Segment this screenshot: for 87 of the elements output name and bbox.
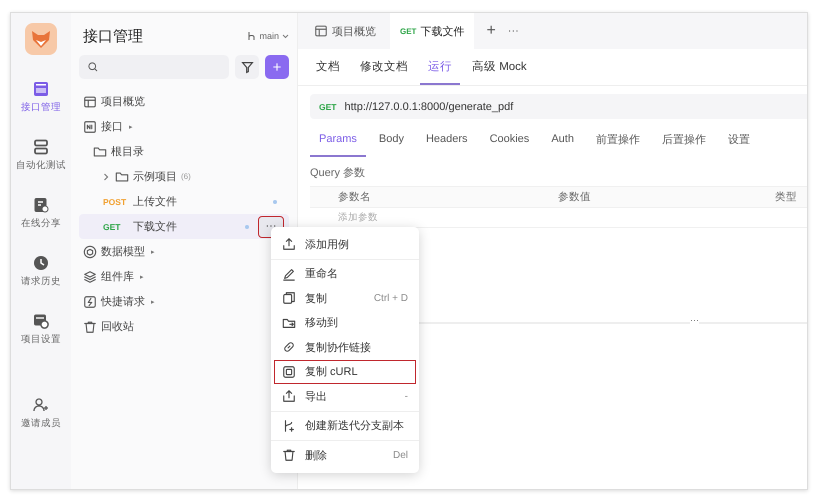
tab[interactable]: Body	[370, 123, 413, 157]
bolt-icon	[83, 294, 97, 308]
tab[interactable]: Params	[310, 123, 366, 157]
item-label: 项目概览	[101, 95, 145, 109]
item-count: (6)	[181, 172, 191, 181]
layers-icon	[83, 270, 97, 284]
nav-item[interactable]: 项目设置	[11, 301, 71, 357]
shortcut-label: -	[404, 390, 408, 402]
status-dot	[273, 200, 277, 204]
menu-item[interactable]: 删除 Del	[274, 443, 416, 468]
menu-item[interactable]: 导出 -	[274, 384, 416, 408]
folder-icon	[93, 144, 107, 158]
app-logo	[25, 23, 57, 55]
menu-item[interactable]: 复制 Ctrl + D	[274, 286, 416, 310]
folder-icon	[115, 170, 129, 184]
item-label: 下载文件	[133, 220, 177, 234]
tree-item[interactable]: 根目录	[79, 139, 289, 164]
tab[interactable]: 设置	[718, 123, 759, 157]
nav-item[interactable]: 在线分享	[11, 185, 71, 241]
item-label: 上传文件	[133, 194, 177, 209]
search-icon	[87, 61, 99, 73]
section-title: Query 参数	[309, 166, 366, 181]
copy-icon	[282, 291, 296, 306]
tray-upload-icon	[282, 237, 296, 252]
nav-item[interactable]: 邀请成员	[11, 385, 71, 441]
trash-icon	[282, 448, 296, 462]
tab[interactable]: 项目概览	[304, 13, 386, 49]
item-label: 根目录	[111, 145, 144, 159]
status-dot	[245, 224, 249, 228]
tab[interactable]: GET 下载文件	[390, 13, 474, 49]
trash-icon	[83, 320, 97, 334]
layout-icon	[314, 24, 328, 38]
tab[interactable]: 运行	[420, 49, 460, 85]
module-icon	[83, 120, 97, 134]
api-icon	[33, 80, 49, 96]
menu-item[interactable]: 创建新迭代分支副本	[274, 414, 416, 438]
tab[interactable]: 文档	[308, 49, 348, 85]
menu-item[interactable]: 复制 cURL	[274, 360, 416, 384]
link-icon	[282, 340, 296, 354]
chevron-icon[interactable]	[103, 172, 109, 180]
layout-icon	[83, 94, 97, 108]
item-label: 回收站	[101, 320, 134, 334]
url-field[interactable]: GET http://127.0.0.1:8000/generate_pdf	[310, 94, 807, 119]
nav-item[interactable]: 自动化测试	[11, 127, 71, 183]
export-icon	[282, 389, 296, 404]
table-header: 参数名 参数值 类型	[310, 186, 807, 208]
settings-icon	[33, 312, 49, 328]
clock-icon	[33, 254, 49, 270]
nav-item[interactable]: 接口管理	[11, 69, 71, 125]
stack-icon	[33, 138, 49, 154]
method-label: GET	[103, 222, 122, 232]
tree-item[interactable]: 项目概览	[79, 89, 289, 114]
menu-item[interactable]: 添加用例	[274, 232, 416, 256]
tab[interactable]: 后置操作	[652, 123, 715, 157]
item-label: 快捷请求	[101, 295, 145, 309]
tree-item[interactable]: 示例项目 (6)	[79, 164, 289, 189]
more-button[interactable]: ···	[508, 25, 519, 37]
tab[interactable]: 修改文档	[352, 49, 416, 85]
method-label: POST	[103, 196, 128, 206]
search-field[interactable]	[79, 55, 229, 79]
item-label: 示例项目	[133, 170, 177, 184]
cube-icon	[83, 244, 97, 258]
item-label: 接口	[101, 120, 123, 134]
chevron-down-icon	[282, 34, 289, 38]
param-input[interactable]: 添加参数	[338, 210, 398, 224]
tab[interactable]: Headers	[416, 123, 477, 157]
new-tab-button[interactable]: +	[478, 22, 504, 40]
filter-button[interactable]	[235, 55, 259, 79]
tab[interactable]: 高级 Mock	[464, 49, 535, 85]
shortcut-label: Del	[392, 450, 408, 461]
sidebar-title: 接口管理	[83, 26, 143, 46]
tree-item[interactable]: GET 下载文件 ···	[79, 214, 289, 239]
filter-icon	[240, 60, 254, 74]
invite-icon	[33, 396, 49, 412]
shortcut-label: Ctrl + D	[374, 292, 408, 304]
tree-item[interactable]: POST 上传文件	[79, 189, 289, 214]
item-label: 组件库	[101, 270, 134, 284]
tab[interactable]: 前置操作	[586, 123, 649, 157]
share-icon	[33, 196, 49, 212]
item-label: 数据模型	[101, 245, 145, 259]
nav-item[interactable]: 请求历史	[11, 243, 71, 299]
menu-item[interactable]: 重命名	[274, 262, 416, 286]
branch-selector[interactable]: main	[247, 31, 289, 41]
tab[interactable]: Auth	[542, 123, 583, 157]
tab[interactable]: Cookies	[480, 123, 538, 157]
pencil-icon	[282, 266, 296, 281]
add-button[interactable]: +	[265, 55, 289, 79]
